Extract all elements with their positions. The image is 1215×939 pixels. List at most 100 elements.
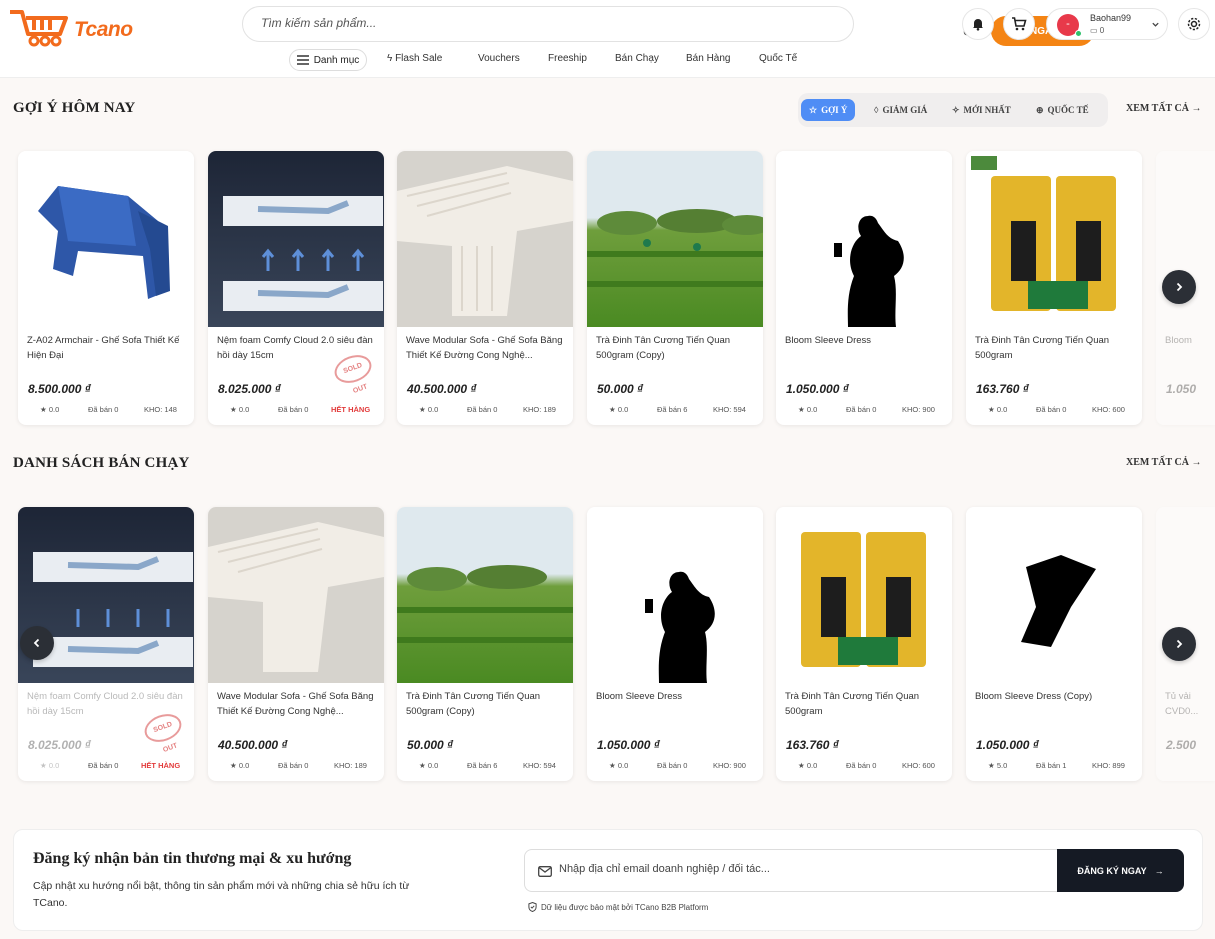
chevron-right-icon bbox=[1176, 639, 1183, 649]
product-card[interactable]: Bloom Sleeve Dress (Copy) 1.050.000 ₫ ★ … bbox=[966, 507, 1142, 781]
star-icon: ★ bbox=[609, 761, 616, 770]
main-nav: Danh mục ϟ Flash Sale Vouchers Freeship … bbox=[0, 49, 1215, 71]
bell-icon bbox=[973, 19, 983, 31]
rating-value: 0.0 bbox=[48, 405, 60, 414]
product-card[interactable]: Bloom Sleeve Dress 1.050.000 ₫ ★ 0.0 Đã … bbox=[776, 151, 952, 425]
star-icon: ★ bbox=[798, 405, 805, 414]
product-card[interactable]: Trà Đinh Tân Cương Tiến Quan 500gram 163… bbox=[776, 507, 952, 781]
stock: KHO: 900 bbox=[713, 761, 746, 770]
logo[interactable]: Tcano bbox=[8, 6, 138, 47]
newsletter-title: Đăng ký nhận bản tin thương mại & xu hướ… bbox=[33, 850, 352, 867]
tab-giam-gia[interactable]: ◊ GIẢM GIÁ bbox=[866, 99, 935, 121]
tab-goi-y-label: GỢI Ý bbox=[821, 105, 848, 115]
hamburger-icon bbox=[296, 55, 309, 65]
tab-goi-y[interactable]: ☆ GỢI Ý bbox=[801, 99, 856, 121]
stock: KHO: 900 bbox=[902, 405, 935, 414]
product-image-tea-field bbox=[587, 151, 763, 327]
notification-button[interactable] bbox=[962, 8, 994, 40]
tab-giam-gia-label: GIẢM GIÁ bbox=[882, 105, 928, 115]
tab-quoc-te[interactable]: ⊕ QUỐC TẾ bbox=[1028, 99, 1097, 121]
nav-quoc-te[interactable]: Quốc Tế bbox=[759, 53, 797, 64]
rating: ★ 0.0 bbox=[40, 405, 59, 414]
star-icon: ★ bbox=[988, 761, 995, 770]
gear-icon bbox=[1187, 17, 1201, 31]
product-image-sofa bbox=[397, 151, 573, 327]
rating-value: 5.0 bbox=[996, 761, 1008, 770]
nav-flash-sale-label: Flash Sale bbox=[395, 53, 443, 64]
rating-value: 0.0 bbox=[806, 405, 818, 414]
product-card[interactable]: Trà Đinh Tân Cương Tiến Quan 500gram 163… bbox=[966, 151, 1142, 425]
rating-value: 0.0 bbox=[617, 761, 629, 770]
section-title-best-selling: DANH SÁCH BÁN CHẠY bbox=[13, 455, 190, 471]
rating-value: 0.0 bbox=[427, 761, 439, 770]
product-name: Tủ vải CVD0... bbox=[1165, 691, 1199, 717]
tab-moi-nhat-label: MỚI NHẤT bbox=[963, 105, 1011, 115]
product-card[interactable]: Wave Modular Sofa - Ghế Sofa Băng Thiết … bbox=[397, 151, 573, 425]
see-all-best-selling-label: XEM TẤT CẢ bbox=[1126, 457, 1189, 468]
product-card[interactable]: SOLD OUT Nệm foam Comfy Cloud 2.0 siêu đ… bbox=[208, 151, 384, 425]
tab-quoc-te-label: QUỐC TẾ bbox=[1047, 105, 1089, 115]
category-menu-label: Danh mục bbox=[313, 54, 360, 66]
newsletter-email-input[interactable] bbox=[559, 863, 1039, 875]
see-all-recommend[interactable]: XEM TẤT CẢ → bbox=[1126, 103, 1201, 114]
wallet-icon: ▭ bbox=[1090, 26, 1098, 35]
carousel-prev-button[interactable] bbox=[20, 626, 54, 660]
subscribe-button[interactable]: ĐĂNG KÝ NGAY → bbox=[1057, 849, 1184, 892]
lightning-icon: ϟ bbox=[387, 53, 393, 64]
newsletter-description: Cập nhật xu hướng nổi bật, thông tin sản… bbox=[33, 880, 410, 909]
sold-count: Đã bán 6 bbox=[657, 405, 688, 414]
nav-freeship[interactable]: Freeship bbox=[548, 53, 587, 64]
rating: ★ 0.0 bbox=[798, 405, 817, 414]
product-card[interactable]: Trà Đinh Tân Cương Tiến Quan 500gram (Co… bbox=[587, 151, 763, 425]
carousel-next-button[interactable] bbox=[1162, 627, 1196, 661]
product-price: 8.025.000 ₫ bbox=[28, 738, 91, 752]
search-input[interactable] bbox=[261, 16, 691, 30]
product-image-sofa bbox=[208, 507, 384, 683]
nav-flash-sale[interactable]: ϟ Flash Sale bbox=[387, 53, 442, 64]
sold-count: Đã bán 0 bbox=[846, 405, 877, 414]
chevron-left-icon bbox=[33, 638, 40, 648]
product-card[interactable]: Trà Đinh Tân Cương Tiến Quan 500gram (Co… bbox=[397, 507, 573, 781]
carousel-next-button[interactable] bbox=[1162, 270, 1196, 304]
settings-button[interactable] bbox=[1178, 8, 1210, 40]
rating: ★ 0.0 bbox=[40, 761, 59, 770]
rating-value: 0.0 bbox=[238, 761, 250, 770]
brand-name: Tcano bbox=[74, 18, 133, 41]
product-price: 50.000 ₫ bbox=[597, 382, 644, 396]
rating: ★ 5.0 bbox=[988, 761, 1007, 770]
nav-ban-hang[interactable]: Bán Hàng bbox=[686, 53, 730, 64]
nav-vouchers[interactable]: Vouchers bbox=[478, 53, 520, 64]
product-price: 2.500 bbox=[1166, 738, 1197, 752]
header: Tcano TÌM NGAY - Baohan99 ▭ 0 Danh mục bbox=[0, 0, 1215, 78]
user-balance: ▭ 0 bbox=[1090, 26, 1104, 35]
product-card[interactable]: Wave Modular Sofa - Ghế Sofa Băng Thiết … bbox=[208, 507, 384, 781]
product-card[interactable]: Z-A02 Armchair - Ghế Sofa Thiết Kế Hiện … bbox=[18, 151, 194, 425]
see-all-recommend-label: XEM TẤT CẢ bbox=[1126, 103, 1189, 114]
newsletter-email-field bbox=[524, 849, 1058, 892]
product-name: Trà Đinh Tân Cương Tiến Quan 500gram bbox=[785, 691, 920, 717]
product-price: 8.500.000 ₫ bbox=[28, 382, 91, 396]
sold-count: Đã bán 0 bbox=[88, 405, 119, 414]
rating-value: 0.0 bbox=[617, 405, 629, 414]
product-image-tea-box bbox=[966, 151, 1142, 327]
stock: KHO: 600 bbox=[1092, 405, 1125, 414]
category-menu-button[interactable]: Danh mục bbox=[289, 49, 367, 71]
tab-moi-nhat[interactable]: ✧ MỚI NHẤT bbox=[944, 99, 1019, 121]
shield-check-icon bbox=[528, 902, 537, 912]
stock: KHO: 594 bbox=[523, 761, 556, 770]
user-menu[interactable]: - Baohan99 ▭ 0 bbox=[1046, 8, 1168, 40]
arrow-right-icon: → bbox=[1191, 457, 1202, 468]
product-price: 40.500.000 ₫ bbox=[218, 738, 288, 752]
sold-count: Đã bán 0 bbox=[846, 761, 877, 770]
product-price: 1.050 bbox=[1166, 382, 1197, 396]
sparkle-icon: ✧ bbox=[952, 104, 960, 115]
rating: ★ 0.0 bbox=[609, 761, 628, 770]
product-price: 1.050.000 ₫ bbox=[597, 738, 660, 752]
cart-button[interactable] bbox=[1003, 8, 1035, 40]
see-all-best-selling[interactable]: XEM TẤT CẢ → bbox=[1126, 457, 1201, 468]
product-name: Trà Đinh Tân Cương Tiến Quan 500gram (Co… bbox=[406, 691, 541, 717]
nav-ban-chay[interactable]: Bán Chạy bbox=[615, 53, 659, 64]
rating-value: 0.0 bbox=[238, 405, 250, 414]
product-card[interactable]: Bloom Sleeve Dress 1.050.000 ₫ ★ 0.0 Đã … bbox=[587, 507, 763, 781]
product-name: Z-A02 Armchair - Ghế Sofa Thiết Kế Hiện … bbox=[27, 335, 180, 361]
